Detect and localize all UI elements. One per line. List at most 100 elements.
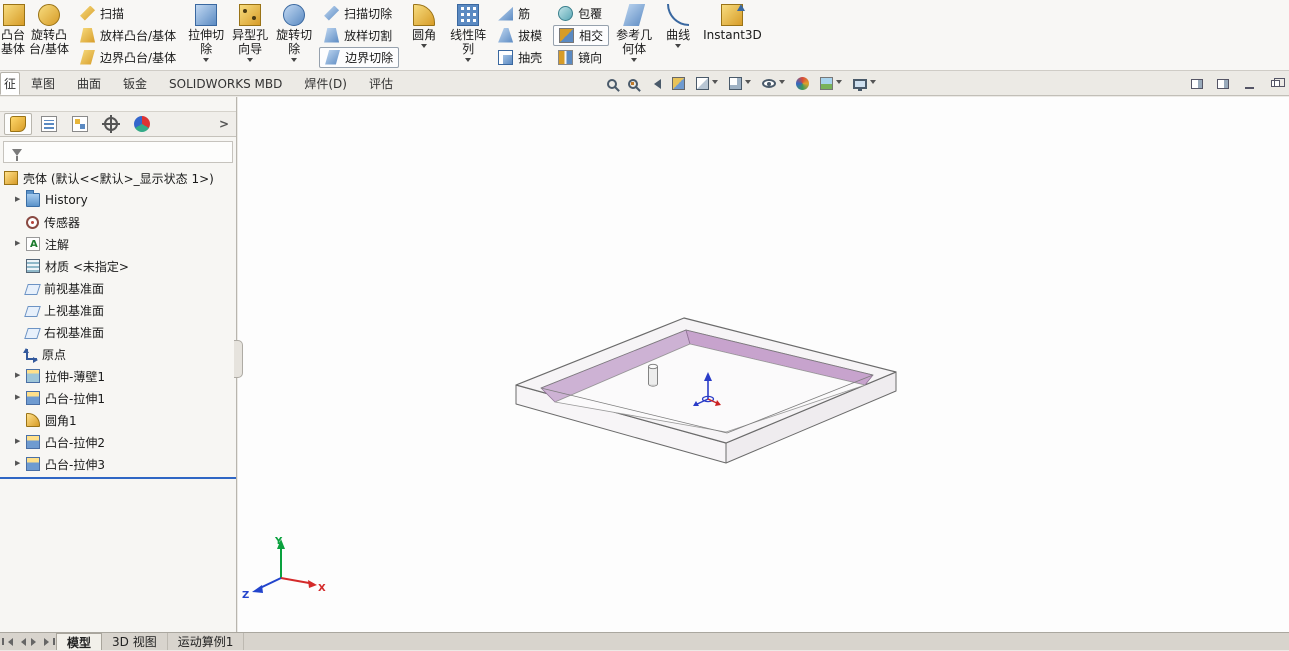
hole-wizard-button[interactable]: 异型孔 向导 <box>228 0 272 70</box>
tree-item-material[interactable]: 材质 <未指定> <box>0 255 236 277</box>
sweep-button[interactable]: 扫描 <box>75 3 181 24</box>
extrude-cut-icon <box>195 4 217 26</box>
featuremanager-tab[interactable] <box>4 113 32 135</box>
tree-item-boss-extrude1[interactable]: 凸台-拉伸1 <box>0 387 236 409</box>
tree-item-annotations[interactable]: 注解 <box>0 233 236 255</box>
tab-sketch[interactable]: 草图 <box>20 72 66 95</box>
triad-z-label: Z <box>242 590 249 601</box>
previous-view-button[interactable] <box>647 74 663 94</box>
dimxpertmanager-tab[interactable] <box>97 113 125 135</box>
sweep-cut-button[interactable]: 扫描切除 <box>319 3 399 24</box>
expand-arrow-icon[interactable] <box>14 458 26 470</box>
section-view-button[interactable] <box>670 74 687 94</box>
tree-item-part-root[interactable]: 壳体 (默认<<默认>_显示状态 1>) <box>0 167 236 189</box>
curve-icon <box>667 4 689 26</box>
mirror-button[interactable]: 镜向 <box>553 47 609 68</box>
tab-evaluate[interactable]: 评估 <box>358 72 404 95</box>
wrap-button[interactable]: 包覆 <box>553 3 609 24</box>
tree-item-origin[interactable]: 原点 <box>0 343 236 365</box>
dropdown-arrow-icon <box>836 80 842 87</box>
expand-arrow-icon[interactable] <box>14 370 26 382</box>
tree-item-fillet1[interactable]: 圆角1 <box>0 409 236 431</box>
loft-button[interactable]: 放样凸台/基体 <box>75 25 181 46</box>
reference-geometry-button[interactable]: 参考几 何体 <box>612 0 656 70</box>
shell-button[interactable]: 抽壳 <box>493 47 547 68</box>
draft-button[interactable]: 拔模 <box>493 25 547 46</box>
tab-weldments[interactable]: 焊件(D) <box>293 72 358 95</box>
extrude-boss-button[interactable]: 凸台 基体 <box>0 0 26 70</box>
plane-icon <box>24 284 41 295</box>
restore-button[interactable] <box>1267 76 1283 92</box>
tab-model[interactable]: 模型 <box>56 633 102 650</box>
tree-item-front-plane[interactable]: 前视基准面 <box>0 277 236 299</box>
collapse-pane-right-button[interactable] <box>1215 76 1231 92</box>
last-tab-button[interactable] <box>42 633 56 650</box>
next-tab-button[interactable] <box>28 633 42 650</box>
tree-item-sensors[interactable]: 传感器 <box>0 211 236 233</box>
view-settings-button[interactable] <box>851 74 878 94</box>
tab-surfaces[interactable]: 曲面 <box>66 72 112 95</box>
tree-item-boss-extrude2[interactable]: 凸台-拉伸2 <box>0 431 236 453</box>
boundary-cut-button[interactable]: 边界切除 <box>319 47 399 68</box>
tab-motion-study[interactable]: 运动算例1 <box>168 633 245 650</box>
expand-arrow-icon[interactable] <box>14 194 26 206</box>
apply-scene-button[interactable] <box>818 74 844 94</box>
boss-extrude-icon <box>26 457 40 471</box>
rollback-bar[interactable] <box>0 477 236 479</box>
configurationmanager-tab[interactable] <box>66 113 94 135</box>
view-orientation-button[interactable] <box>694 74 720 94</box>
tree-item-top-plane[interactable]: 上视基准面 <box>0 299 236 321</box>
panel-expand-chevron[interactable] <box>216 114 232 134</box>
panel-splitter-handle[interactable] <box>234 340 243 378</box>
minimize-button[interactable] <box>1241 76 1257 92</box>
tab-features[interactable]: 征 <box>0 72 20 95</box>
curves-button[interactable]: 曲线 <box>656 0 700 70</box>
tree-item-boss-extrude3[interactable]: 凸台-拉伸3 <box>0 453 236 475</box>
tree-item-thin-extrude1[interactable]: 拉伸-薄壁1 <box>0 365 236 387</box>
collapse-pane-left-button[interactable] <box>1189 76 1205 92</box>
tab-3d-views[interactable]: 3D 视图 <box>102 633 168 650</box>
rib-button[interactable]: 筋 <box>493 3 547 24</box>
next-arrow-icon <box>31 638 40 646</box>
tab-sheet-metal[interactable]: 钣金 <box>112 72 158 95</box>
model-tray[interactable] <box>516 318 896 463</box>
revolve-cut-button[interactable]: 旋转切 除 <box>272 0 316 70</box>
view-settings-icon <box>853 79 867 89</box>
tab-solidworks-mbd[interactable]: SOLIDWORKS MBD <box>158 72 293 95</box>
triad-x-label: X <box>318 583 326 594</box>
display-style-button[interactable] <box>727 74 753 94</box>
revolve-boss-button[interactable]: 旋转凸 台/基体 <box>26 0 72 70</box>
loft-cut-button[interactable]: 放样切割 <box>319 25 399 46</box>
boundary-boss-button[interactable]: 边界凸台/基体 <box>75 47 181 68</box>
fillet-button[interactable]: 圆角 <box>402 0 446 70</box>
boss-extrude-icon <box>26 435 40 449</box>
zoom-fit-button[interactable] <box>605 74 619 94</box>
graphics-viewport[interactable]: Y X Z <box>238 97 1289 632</box>
extrude-cut-button[interactable]: 拉伸切 除 <box>184 0 228 70</box>
hide-show-items-button[interactable] <box>760 74 787 94</box>
previous-tab-button[interactable] <box>14 633 28 650</box>
linear-pattern-button[interactable]: 线性阵 列 <box>446 0 490 70</box>
expand-arrow-icon[interactable] <box>14 392 26 404</box>
dropdown-arrow-icon <box>631 58 637 65</box>
panel-tabs <box>0 111 236 137</box>
tree-filter-bar[interactable] <box>3 141 233 163</box>
displaymanager-tab[interactable] <box>128 113 156 135</box>
cut-group: 扫描切除 放样切割 边界切除 <box>316 0 402 70</box>
tree-item-right-plane[interactable]: 右视基准面 <box>0 321 236 343</box>
propertymanager-tab[interactable] <box>35 113 63 135</box>
first-tab-button[interactable] <box>0 633 14 650</box>
reference-geometry-icon <box>623 4 645 26</box>
boss-group: 扫描 放样凸台/基体 边界凸台/基体 <box>72 0 184 70</box>
extrude-boss-icon <box>3 4 25 26</box>
tree-item-history[interactable]: History <box>0 189 236 211</box>
intersect-button[interactable]: 相交 <box>553 25 609 46</box>
zoom-area-button[interactable] <box>626 74 640 94</box>
expand-arrow-icon[interactable] <box>14 238 26 250</box>
edit-appearance-button[interactable] <box>794 74 811 94</box>
expand-arrow-icon[interactable] <box>14 436 26 448</box>
displaymanager-icon <box>134 116 150 132</box>
boundary-cut-icon <box>325 50 340 65</box>
dropdown-arrow-icon <box>465 58 471 65</box>
instant3d-button[interactable]: Instant3D <box>700 0 765 70</box>
